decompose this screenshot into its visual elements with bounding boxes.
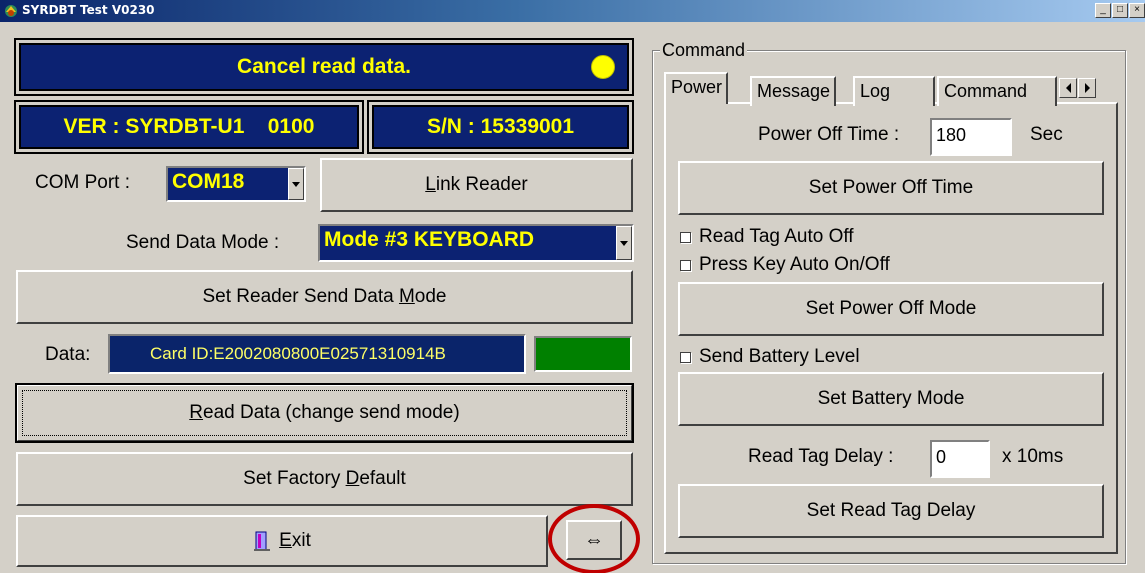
tab-message-label: Message	[757, 81, 831, 101]
tab-power[interactable]: Power	[664, 72, 729, 104]
tab-scroll-left-icon[interactable]	[1059, 78, 1077, 98]
annotation-circle	[548, 504, 640, 573]
link-reader-button[interactable]: Link Reader	[320, 158, 633, 212]
read-tag-delay-input[interactable]: 0	[930, 440, 990, 478]
send-mode-select[interactable]: Mode #3 KEYBOARD	[318, 224, 634, 262]
chevron-down-icon[interactable]	[288, 168, 304, 200]
tab-log-label: Log	[860, 81, 891, 101]
app-icon	[5, 5, 17, 17]
tab-power-label: Power	[671, 77, 723, 97]
factory-default-button[interactable]: Set Factory Default	[16, 452, 633, 506]
tab-message[interactable]: Message	[750, 76, 837, 106]
set-battery-mode-button[interactable]: Set Battery Mode	[678, 372, 1104, 426]
data-value: Card ID:E2002080800E02571310914B	[150, 344, 446, 363]
factory-default-label: Set Factory Default	[243, 468, 406, 489]
serial-label: S/N : 15339001	[426, 115, 575, 138]
com-port-label: COM Port :	[35, 172, 131, 193]
checkbox-icon[interactable]	[680, 351, 691, 363]
tab-scroll-right-icon[interactable]	[1078, 78, 1096, 98]
checkbox-icon[interactable]	[680, 259, 691, 271]
chevron-down-icon[interactable]	[616, 226, 632, 260]
close-button[interactable]: ×	[1129, 3, 1145, 18]
set-battery-mode-label: Set Battery Mode	[817, 388, 965, 409]
send-mode-value: Mode #3 KEYBOARD	[324, 228, 535, 251]
exit-door-icon	[254, 531, 271, 551]
send-battery-level-checkbox[interactable]: Send Battery Level	[680, 346, 860, 368]
version-panel: VER : SYRDBT-U1 0100	[14, 100, 364, 154]
title-bar[interactable]: SYRDBT Test V0230 _ □ ×	[0, 0, 1145, 22]
set-read-tag-delay-label: Set Read Tag Delay	[806, 500, 976, 521]
set-power-off-mode-button[interactable]: Set Power Off Mode	[678, 282, 1104, 336]
data-label: Data:	[45, 344, 91, 365]
power-off-time-input[interactable]: 180	[930, 118, 1012, 156]
press-key-auto-checkbox[interactable]: Press Key Auto On/Off	[680, 254, 890, 276]
power-off-time-label: Power Off Time :	[758, 124, 900, 145]
send-battery-level-label: Send Battery Level	[699, 346, 860, 367]
set-read-tag-delay-button[interactable]: Set Read Tag Delay	[678, 484, 1104, 538]
read-tag-auto-off-label: Read Tag Auto Off	[699, 226, 854, 247]
restore-button[interactable]: □	[1112, 3, 1128, 18]
press-key-auto-label: Press Key Auto On/Off	[699, 254, 890, 275]
send-mode-label: Send Data Mode :	[126, 232, 280, 253]
read-data-button[interactable]: Read Data (change send mode)	[15, 383, 634, 443]
set-power-off-time-label: Set Power Off Time	[808, 177, 974, 198]
minimize-button[interactable]: _	[1095, 3, 1111, 18]
tab-log[interactable]: Log	[853, 76, 935, 106]
status-message: Cancel read data.	[237, 55, 411, 78]
command-group-label: Command	[660, 40, 748, 61]
version-label: VER : SYRDBT-U1 0100	[63, 115, 315, 138]
window-title: SYRDBT Test V0230	[22, 3, 155, 17]
com-port-select[interactable]: COM18	[166, 166, 306, 202]
link-reader-label: Link Reader	[425, 174, 528, 195]
read-tag-delay-unit: x 10ms	[1002, 446, 1064, 467]
set-power-off-mode-label: Set Power Off Mode	[805, 298, 977, 319]
data-status-indicator	[534, 336, 632, 372]
power-off-time-unit: Sec	[1030, 124, 1063, 145]
serial-panel: S/N : 15339001	[367, 100, 634, 154]
data-field: Card ID:E2002080800E02571310914B	[108, 334, 526, 374]
set-send-mode-label: Set Reader Send Data Mode	[202, 286, 447, 307]
com-port-value: COM18	[172, 170, 245, 193]
tab-command-label: Command	[944, 81, 1028, 101]
set-power-off-time-button[interactable]: Set Power Off Time	[678, 161, 1104, 215]
app-window: SYRDBT Test V0230 _ □ × Cancel read data…	[0, 0, 1145, 573]
exit-button[interactable]: Exit	[16, 515, 548, 567]
set-send-mode-button[interactable]: Set Reader Send Data Mode	[16, 270, 633, 324]
read-tag-auto-off-checkbox[interactable]: Read Tag Auto Off	[680, 226, 854, 248]
focus-ring	[22, 390, 627, 436]
tab-command[interactable]: Command	[937, 76, 1057, 106]
read-tag-delay-label: Read Tag Delay :	[748, 446, 894, 467]
exit-label: Exit	[279, 530, 311, 551]
status-panel: Cancel read data.	[14, 38, 634, 96]
status-indicator-icon	[591, 55, 615, 79]
checkbox-icon[interactable]	[680, 231, 691, 243]
